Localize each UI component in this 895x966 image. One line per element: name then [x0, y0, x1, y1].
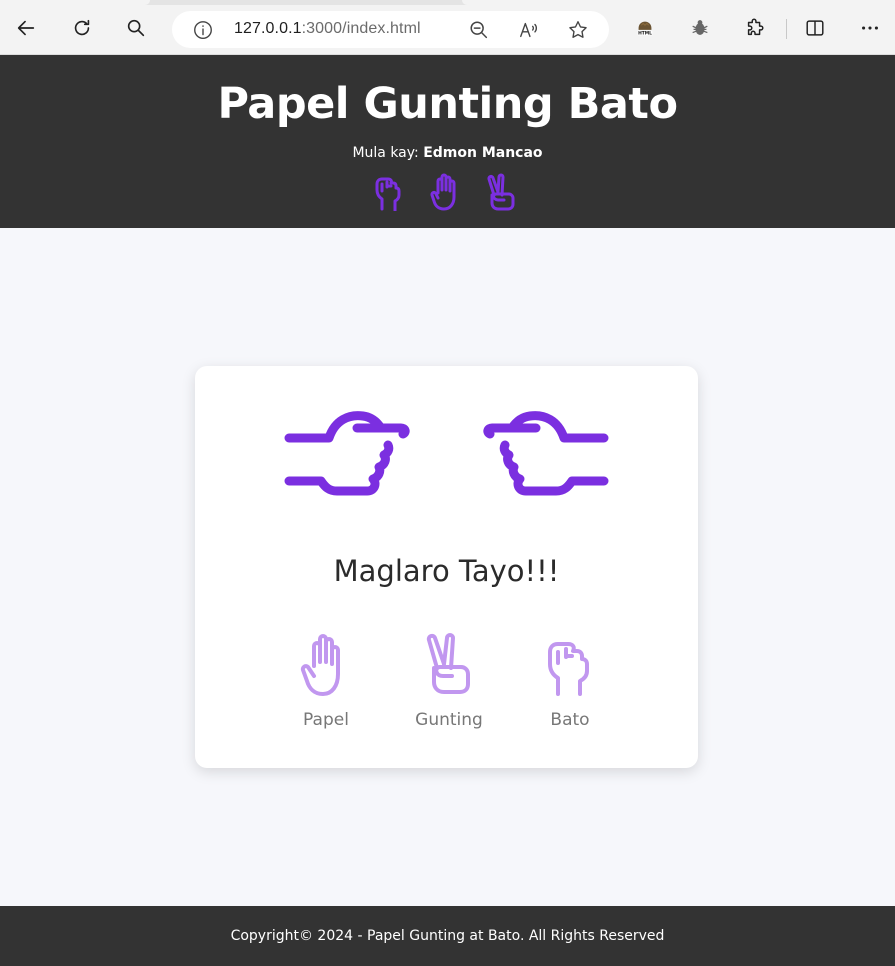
scissors-hand-icon — [487, 173, 515, 211]
choice-label: Papel — [303, 710, 349, 730]
extensions-puzzle-icon[interactable] — [739, 12, 771, 44]
back-icon[interactable] — [10, 12, 42, 44]
choice-label: Gunting — [415, 710, 483, 730]
copyright-text: Copyright© 2024 - Papel Gunting at Bato.… — [230, 928, 665, 944]
choice-label: Bato — [550, 710, 590, 730]
zoom-out-icon[interactable] — [468, 19, 490, 41]
toolbar-divider — [786, 19, 787, 39]
rock-hand-icon — [548, 642, 589, 696]
site-header: Papel Gunting Bato Mula kay: Edmon Manca… — [0, 55, 895, 228]
html-extension-icon[interactable]: HTML — [629, 12, 661, 44]
site-footer: Copyright© 2024 - Papel Gunting at Bato.… — [0, 906, 895, 966]
reload-icon[interactable] — [66, 12, 98, 44]
game-headline: Maglaro Tayo!!! — [333, 554, 560, 588]
browser-tab[interactable] — [462, 0, 895, 5]
fist-pointing-left-icon — [483, 411, 609, 496]
favorite-star-icon[interactable] — [567, 19, 589, 41]
search-icon[interactable] — [120, 12, 152, 44]
paper-hand-icon — [300, 634, 340, 696]
fist-pointing-right-icon — [284, 411, 410, 496]
url-text[interactable]: 127.0.0.1:3000/index.html — [234, 20, 421, 38]
browser-tab[interactable] — [0, 0, 150, 5]
split-screen-icon[interactable] — [799, 12, 831, 44]
bug-extension-icon[interactable] — [684, 12, 716, 44]
svg-text:HTML: HTML — [638, 31, 652, 37]
game-card: Maglaro Tayo!!! Papel Gunting Bato — [195, 366, 698, 768]
rock-hand-icon — [375, 177, 401, 211]
byline-prefix: Mula kay: — [352, 145, 419, 161]
tab-strip — [0, 0, 895, 5]
scissors-hand-icon — [426, 633, 470, 694]
address-bar[interactable]: 127.0.0.1:3000/index.html — [172, 11, 609, 48]
author-name: Edmon Mancao — [423, 145, 543, 161]
choice-papel-button[interactable]: Papel — [276, 632, 376, 742]
paper-hand-icon — [430, 173, 456, 211]
choice-bato-button[interactable]: Bato — [520, 632, 620, 742]
author-byline: Mula kay: Edmon Mancao — [0, 145, 895, 161]
page-title: Papel Gunting Bato — [217, 79, 678, 129]
info-icon[interactable] — [192, 19, 214, 41]
browser-toolbar: 127.0.0.1:3000/index.html HTML — [0, 0, 895, 55]
header-icon-row — [370, 173, 530, 213]
more-icon[interactable] — [854, 12, 886, 44]
choice-gunting-button[interactable]: Gunting — [399, 632, 499, 742]
read-aloud-icon[interactable] — [518, 19, 540, 41]
